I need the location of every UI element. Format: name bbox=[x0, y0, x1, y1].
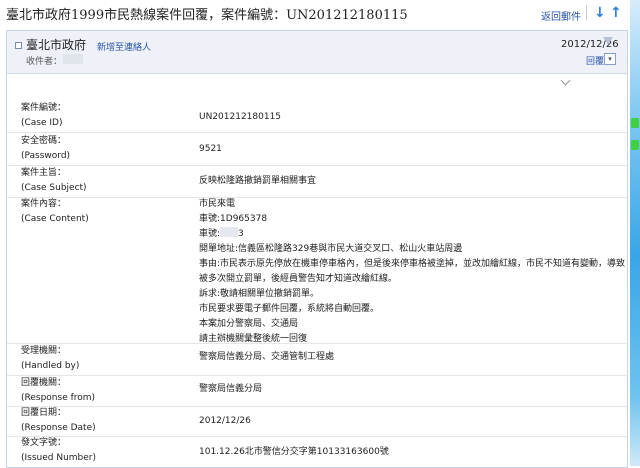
divider bbox=[7, 375, 627, 376]
message-card: 臺北市政府 新增至連絡人 收件者： 2012/12/26 回覆 ▾ 案件編號： … bbox=[6, 30, 628, 468]
field-value: 反映松隆路撤銷罰單相關事宜 bbox=[199, 176, 317, 186]
add-contact-link[interactable]: 新增至連絡人 bbox=[97, 40, 151, 53]
field-label-en: (Case Content) bbox=[21, 214, 89, 224]
content-line: 市民要求要電子郵件回覆，系統將自動回覆。 bbox=[199, 304, 380, 314]
redacted-block bbox=[220, 227, 239, 237]
collapse-toggle[interactable] bbox=[15, 42, 22, 49]
divider bbox=[7, 343, 627, 344]
content-line: 事由:市民表示原先停放在機車停車格內，但是後來停車格被塗掉，並改加繪紅線，市民不… bbox=[199, 259, 626, 269]
field-value: 101.12.26北市警信分交字第10133163600號 bbox=[199, 447, 389, 457]
content-line: 請主辦機關彙整後統一回復 bbox=[199, 334, 308, 344]
message-toolbar: 臺北市政府1999市民熱線案件回覆，案件編號：UN201212180115 返回… bbox=[0, 0, 640, 26]
expand-chevron-icon[interactable] bbox=[560, 75, 571, 86]
field-label-en: (Response from) bbox=[21, 393, 96, 403]
content-line: 訴求:敬請相關單位撤銷罰單。 bbox=[199, 289, 320, 299]
message-header: 臺北市政府 新增至連絡人 收件者： 2012/12/26 回覆 ▾ bbox=[7, 31, 627, 74]
divider bbox=[7, 165, 627, 166]
content-line: 市民來電 bbox=[199, 199, 236, 209]
toolbar-divider bbox=[586, 5, 587, 20]
field-label-en: (Case ID) bbox=[21, 118, 63, 128]
sender-name[interactable]: 臺北市政府 bbox=[26, 36, 86, 53]
field-label-zh: 案件內容： bbox=[21, 199, 67, 209]
field-value: 警察局信義分局 bbox=[199, 384, 263, 394]
reply-button[interactable]: 回覆 bbox=[586, 54, 604, 67]
arrow-up-icon[interactable]: ↑ bbox=[610, 6, 622, 20]
field-label-en: (Response Date) bbox=[21, 423, 96, 433]
recipient-label: 收件者： bbox=[26, 57, 63, 67]
arrow-down-icon[interactable]: ↓ bbox=[594, 6, 606, 20]
divider bbox=[7, 436, 627, 437]
field-value: 2012/12/26 bbox=[199, 416, 251, 426]
field-value: UN201212180115 bbox=[199, 112, 282, 122]
back-to-mail-link[interactable]: 返回郵件 bbox=[541, 8, 581, 23]
field-label-zh: 發文字號： bbox=[21, 438, 67, 448]
content-line: 車號:1D965378 bbox=[199, 214, 268, 224]
field-label-zh: 案件編號： bbox=[21, 103, 67, 113]
field-label-en: (Case Subject) bbox=[21, 183, 87, 193]
message-subject: 臺北市政府1999市民熱線案件回覆，案件編號：UN201212180115 bbox=[6, 8, 408, 23]
content-line: 被多次開立罰單，後經員警告知才知道改繪紅線。 bbox=[199, 274, 398, 284]
field-label-zh: 安全密碼： bbox=[21, 136, 67, 146]
content-line: 開單地址:信義區松隆路329巷與市民大道交叉口、松山火車站周邊 bbox=[199, 244, 463, 254]
field-value: 9521 bbox=[199, 144, 222, 154]
content-line-suffix: 3 bbox=[238, 229, 244, 239]
field-label-zh: 案件主旨： bbox=[21, 168, 67, 178]
window-edge bbox=[630, 0, 640, 466]
content-line: 車號: 3 bbox=[199, 227, 625, 242]
divider bbox=[7, 406, 627, 407]
case-content-text: 市民來電 車號:1D965378 車號: 3 開單地址:信義區松隆路329巷與市民… bbox=[199, 197, 625, 347]
content-line-text: 車號: bbox=[199, 229, 221, 239]
field-label-en: (Issued Number) bbox=[21, 453, 97, 463]
reply-dropdown-icon[interactable]: ▾ bbox=[604, 53, 616, 65]
field-label-zh: 回覆機關： bbox=[21, 378, 67, 388]
field-label-en: (Handled by) bbox=[21, 361, 80, 371]
field-value: 警察局信義分局、交通管制工程處 bbox=[199, 352, 335, 362]
field-label-en: (Password) bbox=[21, 151, 71, 161]
recipient-redacted bbox=[63, 54, 83, 64]
content-line: 本案加分警察局、交通局 bbox=[199, 319, 299, 329]
flag-icon[interactable] bbox=[603, 37, 613, 45]
divider bbox=[7, 132, 627, 133]
field-label-zh: 回覆日期： bbox=[21, 408, 67, 418]
field-label-zh: 受理機關： bbox=[21, 346, 67, 356]
